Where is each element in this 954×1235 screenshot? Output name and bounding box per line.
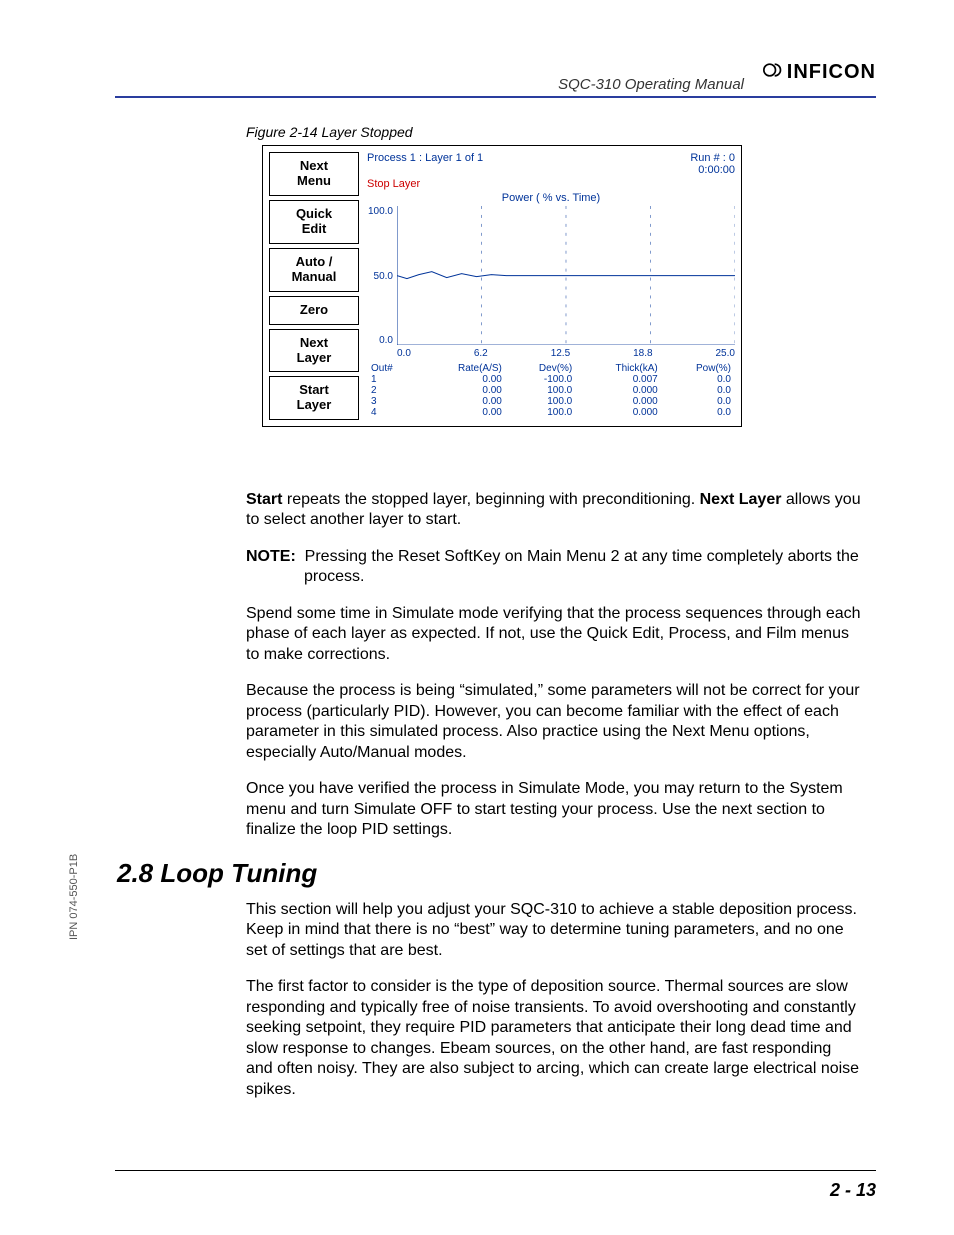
document-id-vertical: IPN 074-550-P1B bbox=[68, 854, 80, 940]
chart-title: Power ( % vs. Time) bbox=[367, 192, 735, 204]
strong-next-layer: Next Layer bbox=[700, 491, 782, 508]
x-tick: 0.0 bbox=[397, 348, 411, 359]
strong-start: Start bbox=[246, 491, 282, 508]
table-row: 3 0.00 100.0 0.000 0.0 bbox=[367, 396, 735, 407]
x-tick: 6.2 bbox=[474, 348, 488, 359]
figure-caption: Figure 2-14 Layer Stopped bbox=[246, 124, 413, 140]
brand-logo-text: INFICON bbox=[787, 61, 876, 84]
y-tick: 100.0 bbox=[367, 206, 393, 217]
output-table: Out# Rate(A/S) Dev(%) Thick(kA) Pow(%) 1… bbox=[367, 363, 735, 418]
paragraph: The first factor to consider is the type… bbox=[246, 977, 862, 1100]
note-label: NOTE: bbox=[246, 548, 296, 565]
x-tick: 25.0 bbox=[716, 348, 735, 359]
brand-logo: INFICON bbox=[763, 60, 876, 85]
softkey-next-menu[interactable]: NextMenu bbox=[269, 152, 359, 196]
x-tick: 18.8 bbox=[633, 348, 652, 359]
body-text: Start repeats the stopped layer, beginni… bbox=[246, 490, 862, 1116]
section-heading: 2.8 Loop Tuning bbox=[117, 857, 862, 890]
process-label: Process 1 : Layer 1 of 1 bbox=[367, 152, 483, 176]
softkey-quick-edit[interactable]: QuickEdit bbox=[269, 200, 359, 244]
note-text: Pressing the Reset SoftKey on Main Menu … bbox=[304, 548, 859, 585]
col-out: Out# bbox=[367, 363, 418, 374]
table-row: 2 0.00 100.0 0.000 0.0 bbox=[367, 385, 735, 396]
softkey-start-layer[interactable]: StartLayer bbox=[269, 376, 359, 420]
softkey-next-layer[interactable]: NextLayer bbox=[269, 329, 359, 373]
embedded-screenshot: NextMenu QuickEdit Auto /Manual Zero Nex… bbox=[262, 145, 742, 427]
running-header: SQC-310 Operating Manual bbox=[558, 76, 744, 93]
paragraph: Because the process is being “simulated,… bbox=[246, 681, 862, 763]
paragraph: This section will help you adjust your S… bbox=[246, 900, 862, 961]
softkey-column: NextMenu QuickEdit Auto /Manual Zero Nex… bbox=[269, 152, 359, 420]
line-chart: 100.0 50.0 0.0 bbox=[397, 206, 735, 346]
col-dev: Dev(%) bbox=[506, 363, 576, 374]
softkey-zero[interactable]: Zero bbox=[269, 296, 359, 325]
col-pow: Pow(%) bbox=[662, 363, 735, 374]
x-tick: 12.5 bbox=[551, 348, 570, 359]
page-number: 2 - 13 bbox=[830, 1180, 876, 1201]
col-rate: Rate(A/S) bbox=[418, 363, 506, 374]
softkey-auto-manual[interactable]: Auto /Manual bbox=[269, 248, 359, 292]
run-number: Run # : 0 bbox=[690, 152, 735, 164]
col-thick: Thick(kA) bbox=[576, 363, 662, 374]
y-tick: 0.0 bbox=[367, 335, 393, 346]
footer-rule bbox=[115, 1170, 876, 1171]
table-row: 1 0.00 -100.0 0.007 0.0 bbox=[367, 374, 735, 385]
run-time: 0:00:00 bbox=[698, 164, 735, 176]
stop-layer-label: Stop Layer bbox=[367, 178, 735, 190]
table-row: 4 0.00 100.0 0.000 0.0 bbox=[367, 407, 735, 418]
header-rule bbox=[115, 96, 876, 98]
paragraph: Spend some time in Simulate mode verifyi… bbox=[246, 604, 862, 665]
paragraph: Once you have verified the process in Si… bbox=[246, 779, 862, 840]
y-tick: 50.0 bbox=[367, 271, 393, 282]
brand-logo-icon bbox=[763, 60, 783, 85]
